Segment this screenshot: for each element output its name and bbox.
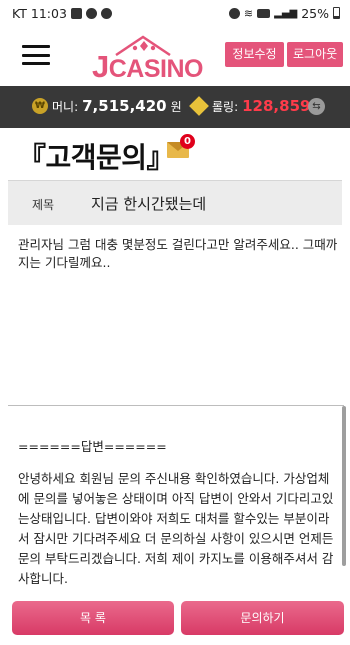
status-bar: KT 11:03 ≋ ▂▄▆ 25% xyxy=(0,0,350,26)
answer-body: 안녕하세요 회원님 문의 주신내용 확인하였습니다. 가상업체에 문의를 넣어놓… xyxy=(18,471,334,586)
subject-row: 제목 지금 한시간됐는데 xyxy=(8,180,342,225)
subject-label: 제목 xyxy=(32,198,55,212)
rolling-value: 128,859 xyxy=(242,97,311,115)
balance-bar: ₩ 머니: 7,515,420 원 롤링: 128,859 P ⇆ xyxy=(0,86,350,128)
page-title: 『고객문의』 xyxy=(18,141,175,174)
answer-header: ======답변====== xyxy=(18,439,167,454)
money-value: 7,515,420 xyxy=(82,97,167,115)
logo-j: J xyxy=(92,49,109,84)
answer-panel[interactable]: ======답변====== 안녕하세요 회원님 문의 주신내용 확인하였습니다… xyxy=(8,406,344,586)
coin-icon: ₩ xyxy=(32,98,48,114)
mail-count-badge: 0 xyxy=(180,134,195,149)
logo-casino: CASINO xyxy=(108,55,204,83)
rolling-label: 롤링: xyxy=(212,99,239,114)
scrollbar[interactable] xyxy=(342,406,346,566)
clock: 11:03 xyxy=(30,5,67,21)
jcasino-logo[interactable]: JCASINO xyxy=(92,34,203,82)
battery-percent: 25% xyxy=(301,5,329,21)
inquiry-button[interactable]: 문의하기 xyxy=(181,601,344,635)
inquiry-message: 관리자님 그럼 대충 몇분정도 걸린다고만 알려주세요.. 그때까지는 기다릴께… xyxy=(18,237,338,270)
battery-icon xyxy=(333,7,340,19)
rolling-balance: 롤링: 128,859 P xyxy=(189,96,322,116)
money-balance: ₩ 머니: 7,515,420 원 xyxy=(32,97,182,115)
app-header: JCASINO 정보수정 로그아웃 xyxy=(0,26,350,86)
subject-value: 지금 한시간됐는데 xyxy=(91,195,207,213)
edit-profile-button[interactable]: 정보수정 xyxy=(225,42,284,67)
carrier-label: KT xyxy=(12,5,27,21)
money-unit: 원 xyxy=(170,99,182,114)
messenger-icon xyxy=(100,7,112,19)
logout-button[interactable]: 로그아웃 xyxy=(287,42,343,67)
list-button[interactable]: 목 록 xyxy=(12,601,174,635)
logo-house-icon xyxy=(115,35,171,56)
signal-icon: ▂▄▆ xyxy=(274,7,298,19)
convert-icon[interactable]: ⇆ xyxy=(308,98,325,115)
wifi-icon: ≋ xyxy=(243,6,254,20)
menu-icon[interactable] xyxy=(22,45,50,65)
message-icon xyxy=(85,7,97,19)
status-right: ≋ ▂▄▆ 25% xyxy=(228,5,340,21)
status-left: KT 11:03 xyxy=(12,6,112,21)
money-label: 머니: xyxy=(52,99,79,114)
alarm-icon xyxy=(228,7,240,19)
diamond-icon xyxy=(189,96,209,116)
photo-icon xyxy=(70,7,82,19)
logo-text: JCASINO xyxy=(92,51,204,83)
hd-icon xyxy=(257,8,271,18)
